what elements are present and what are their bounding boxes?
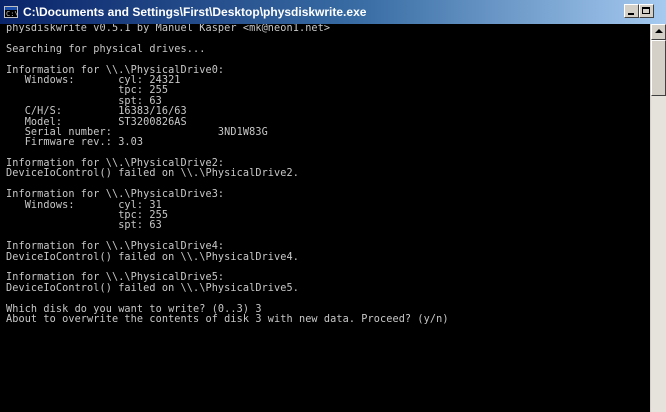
console-line: DeviceIoControl() failed on \\.\Physical… [6,282,299,294]
console-line: DeviceIoControl() failed on \\.\Physical… [6,251,299,263]
maximize-button[interactable] [639,4,654,18]
console-icon[interactable]: C:\ [4,6,19,18]
scroll-up-button[interactable] [651,24,666,40]
console-line: physdiskwrite v0.5.1 by Manuel Kasper <m… [6,24,331,34]
maximize-icon [642,7,650,14]
window-controls [624,4,654,18]
console-line: DeviceIoControl() failed on \\.\Physical… [6,168,299,180]
console-line: C/H/S: 16383/16/63 [6,106,187,118]
minimize-button[interactable] [624,4,639,18]
console-line: Firmware rev.: 3.03 [6,137,144,149]
window-title: C:\Documents and Settings\First\Desktop\… [23,5,367,19]
vertical-scrollbar[interactable] [650,24,666,412]
minimize-icon [628,13,634,15]
console-line: Searching for physical drives... [6,43,206,55]
console-line: About to overwrite the contents of disk … [6,313,449,325]
scroll-thumb[interactable] [651,40,666,96]
console-window: C:\ C:\Documents and Settings\First\Desk… [0,0,666,412]
title-bar[interactable]: C:\ C:\Documents and Settings\First\Desk… [0,0,666,24]
console-line: spt: 63 [6,220,162,232]
console-output[interactable]: physdiskwrite v0.5.1 by Manuel Kasper <m… [6,24,646,412]
